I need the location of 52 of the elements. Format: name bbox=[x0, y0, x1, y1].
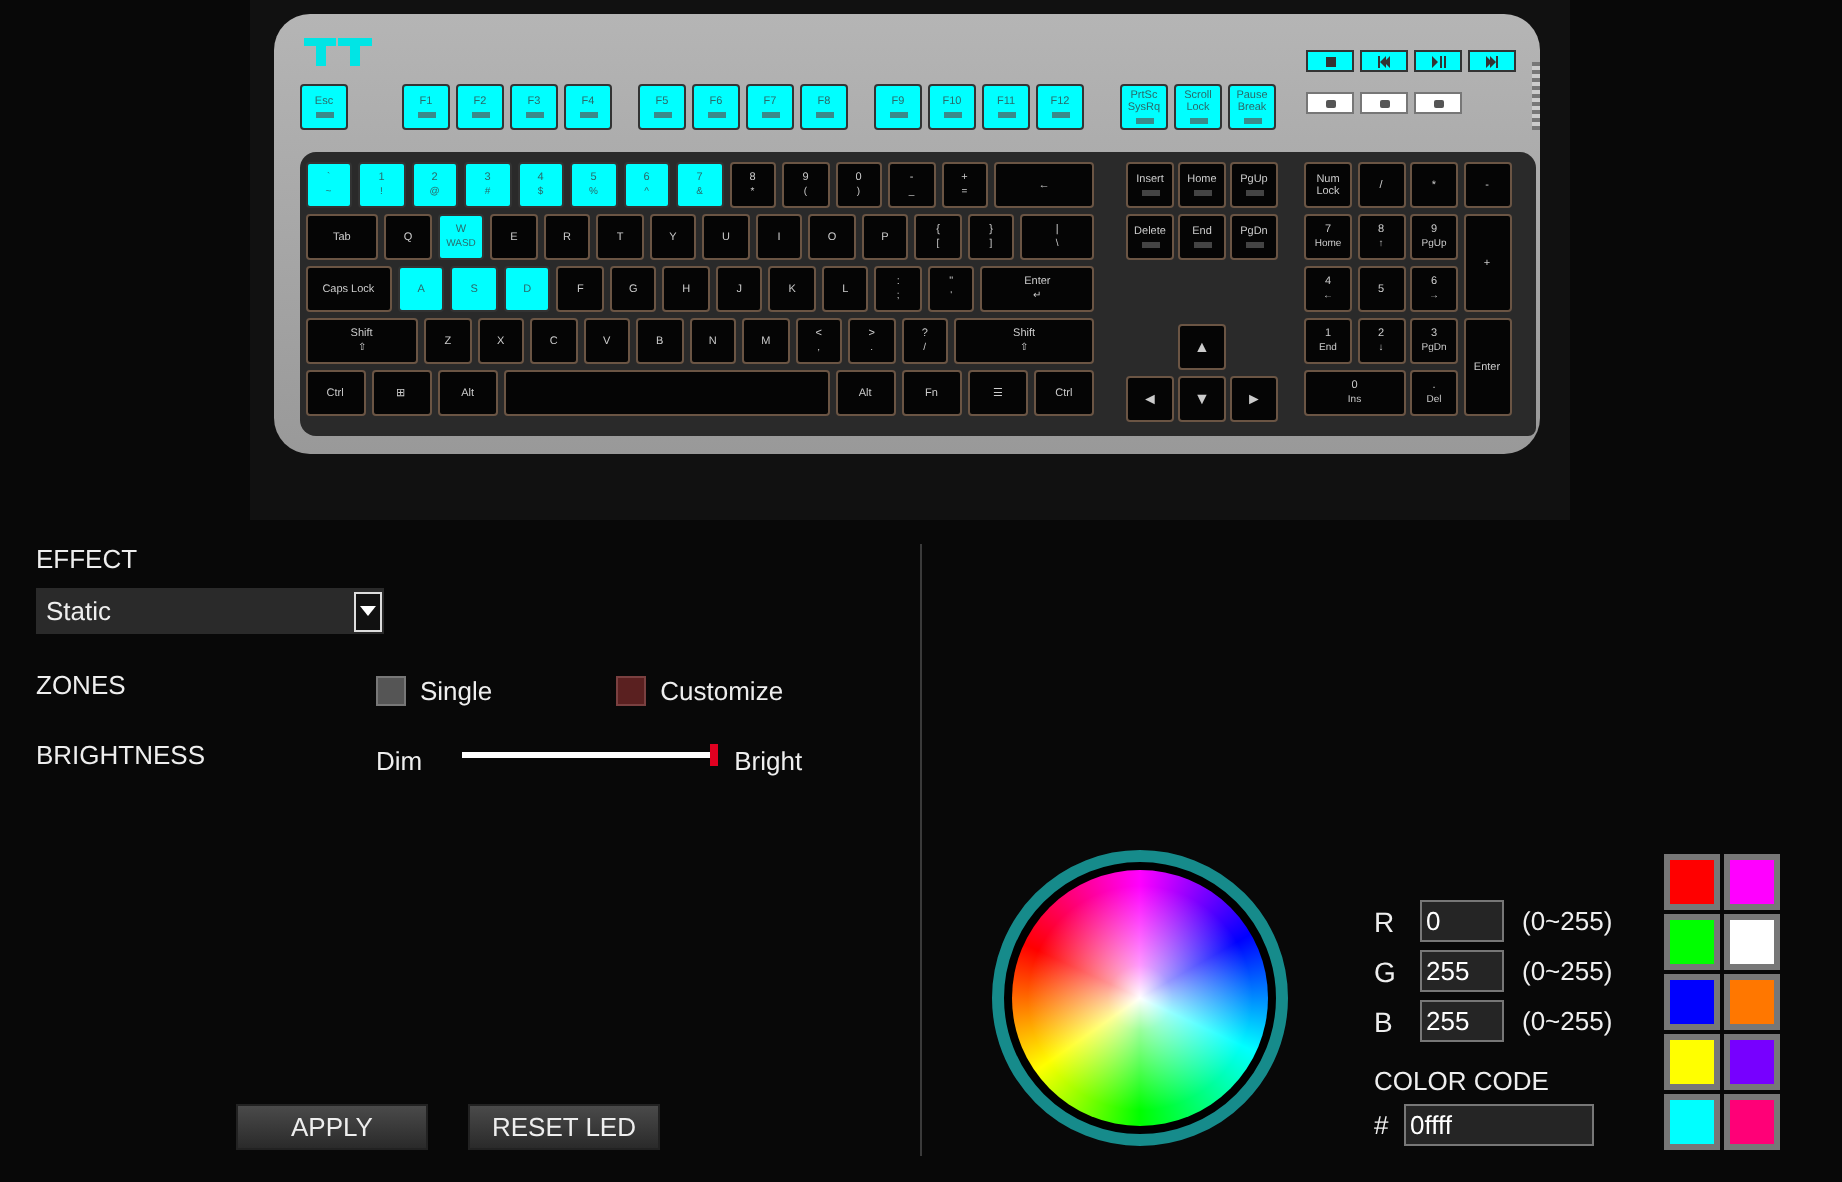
logo-icon bbox=[304, 38, 372, 66]
stop-button[interactable] bbox=[1306, 50, 1354, 72]
indicator-key bbox=[1360, 92, 1408, 114]
previous-button[interactable] bbox=[1360, 50, 1408, 72]
play-pause-icon bbox=[1430, 55, 1446, 67]
previous-icon bbox=[1376, 55, 1392, 67]
slider-thumb[interactable] bbox=[710, 743, 719, 765]
keyboard-key[interactable]: ▲ bbox=[1178, 324, 1226, 370]
hash-label: # bbox=[1374, 1110, 1391, 1140]
color-swatch[interactable] bbox=[1724, 1094, 1781, 1150]
color-swatch[interactable] bbox=[1664, 1034, 1721, 1090]
color-swatch[interactable] bbox=[1664, 1094, 1721, 1150]
scroll-wheel[interactable] bbox=[1532, 62, 1540, 130]
channel-input[interactable]: 255 bbox=[1420, 1000, 1504, 1042]
bright-label: Bright bbox=[734, 745, 803, 775]
effect-label: EFFECT bbox=[36, 544, 140, 574]
channel-input[interactable]: 255 bbox=[1420, 950, 1504, 992]
color-swatch[interactable] bbox=[1724, 1034, 1781, 1090]
color-swatch[interactable] bbox=[1664, 914, 1721, 970]
color-swatch[interactable] bbox=[1664, 854, 1721, 910]
keyboard-key[interactable] bbox=[503, 370, 829, 416]
range-hint: (0~255) bbox=[1522, 956, 1613, 986]
apply-button[interactable]: APPLY bbox=[236, 1104, 428, 1150]
reset-button[interactable]: RESET LED bbox=[468, 1104, 660, 1150]
zone-option[interactable]: Customize bbox=[616, 675, 784, 705]
play-pause-button[interactable] bbox=[1414, 50, 1462, 72]
channel-label: R bbox=[1374, 905, 1397, 937]
zones-label: ZONES bbox=[36, 669, 128, 699]
indicator-key bbox=[1414, 92, 1462, 114]
range-hint: (0~255) bbox=[1522, 906, 1613, 936]
effect-dropdown[interactable]: Static bbox=[36, 588, 384, 634]
indicator-key bbox=[1306, 92, 1354, 114]
dim-label: Dim bbox=[376, 745, 423, 775]
color-swatch[interactable] bbox=[1664, 974, 1721, 1030]
channel-input[interactable]: 0 bbox=[1420, 900, 1504, 942]
color-code-input[interactable]: 0ffff bbox=[1404, 1104, 1594, 1146]
color-swatch[interactable] bbox=[1724, 914, 1781, 970]
channel-label: G bbox=[1374, 955, 1398, 987]
stop-icon bbox=[1322, 55, 1338, 67]
keyboard-key[interactable]: ► bbox=[1230, 376, 1278, 422]
zone-option[interactable]: Single bbox=[376, 675, 493, 705]
channel-label: B bbox=[1374, 1005, 1395, 1037]
color-code-label: COLOR CODE bbox=[1374, 1066, 1551, 1096]
range-hint: (0~255) bbox=[1522, 1006, 1613, 1036]
next-button[interactable] bbox=[1468, 50, 1516, 72]
next-icon bbox=[1484, 55, 1500, 67]
caret-icon bbox=[354, 591, 382, 631]
brightness-label: BRIGHTNESS bbox=[36, 739, 208, 769]
keyboard-key[interactable]: ◄ bbox=[1126, 376, 1174, 422]
color-swatch[interactable] bbox=[1724, 974, 1781, 1030]
color-swatch[interactable] bbox=[1724, 854, 1781, 910]
keyboard-key[interactable]: ▼ bbox=[1178, 376, 1226, 422]
